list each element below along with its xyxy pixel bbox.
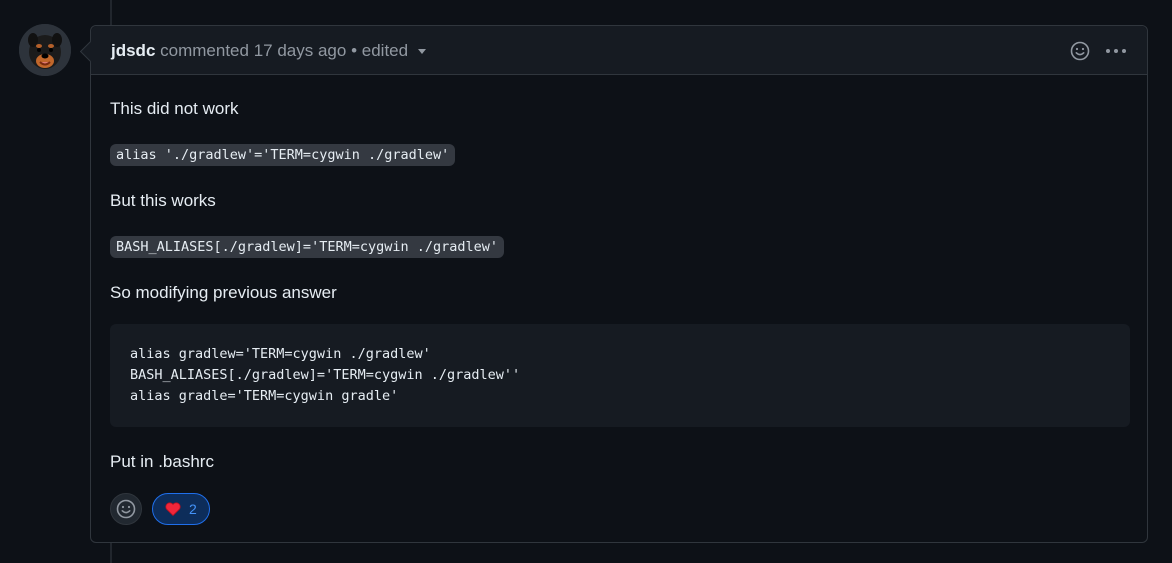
header-actions — [1069, 40, 1127, 62]
inline-code: alias './gradlew'='TERM=cygwin ./gradlew… — [110, 144, 456, 166]
red-heart-icon — [165, 502, 181, 516]
code-block: alias gradlew='TERM=cygwin ./gradlew' BA… — [110, 324, 1130, 427]
inline-code: BASH_ALIASES[./gradlew]='TERM=cygwin ./g… — [110, 236, 505, 258]
meta-separator: • — [351, 41, 358, 60]
kebab-icon — [1106, 49, 1126, 53]
paragraph: Put in .bashrc — [110, 452, 214, 471]
paragraph: But this works — [110, 191, 216, 210]
dog-avatar-icon — [19, 24, 71, 76]
comment-action: commented — [160, 41, 249, 60]
comment-time[interactable]: 17 days ago — [254, 41, 347, 60]
author-link[interactable]: jdsdc — [111, 41, 155, 60]
paragraph: This did not work — [110, 99, 239, 118]
edited-label: edited — [361, 41, 409, 60]
avatar[interactable] — [19, 24, 71, 76]
code-line: alias gradle='TERM=cygwin gradle' — [130, 388, 399, 404]
reaction-count: 2 — [189, 501, 197, 517]
comment-meta: jdsdc commented 17 days ago • edited — [111, 41, 427, 61]
paragraph: So modifying previous answer — [110, 283, 337, 302]
caret-down-icon — [418, 49, 427, 55]
smiley-icon — [1070, 41, 1090, 61]
comment-header: jdsdc commented 17 days ago • edited — [91, 26, 1147, 75]
comment-options-button[interactable] — [1105, 40, 1127, 62]
smiley-icon — [116, 499, 136, 519]
add-reaction-button[interactable] — [1069, 40, 1091, 62]
code-line: alias gradlew='TERM=cygwin ./gradlew' — [130, 346, 431, 362]
add-reaction-button[interactable] — [110, 493, 142, 525]
code-line: BASH_ALIASES[./gradlew]='TERM=cygwin ./g… — [130, 367, 521, 383]
heart-reaction-button[interactable]: 2 — [152, 493, 210, 525]
edited-dropdown[interactable]: edited — [361, 41, 427, 60]
comment-box: jdsdc commented 17 days ago • edited Thi… — [90, 25, 1148, 543]
reactions-bar: 2 — [110, 493, 210, 525]
